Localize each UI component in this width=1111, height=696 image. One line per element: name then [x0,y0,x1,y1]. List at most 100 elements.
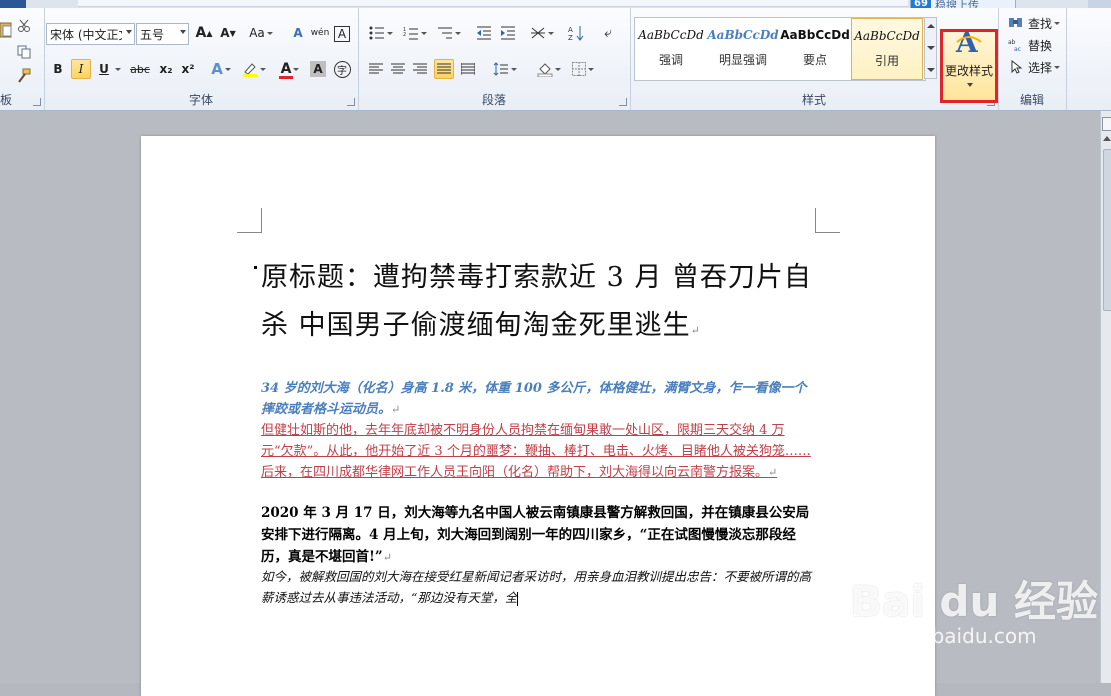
style-intense-emphasis-name: 明显强调 [718,53,767,67]
italic-button[interactable]: I [71,59,91,79]
p3-return-mark: ↵ [382,551,392,564]
format-painter-icon[interactable] [14,66,34,86]
select-cursor-icon [1011,60,1023,74]
style-strong-name: 要点 [802,53,827,67]
paragraph-red-underlined: 但健壮如斯的他，去年年底却被不明身份人员拘禁在缅甸果敢一处山区，限期三天交纳 4… [261,420,817,483]
style-quote[interactable]: AaBbCcDd 引用 [851,18,923,80]
paragraph-group-label: 段落 [481,93,506,107]
gallery-up-icon[interactable] [927,24,935,28]
paragraph-1-text: 34 岁的刘大海（化名）身高 1.8 米，体重 100 多公斤，体格健壮，满臂文… [261,381,807,417]
change-styles-icon: A [955,28,982,56]
numbering-button[interactable]: 12 [400,23,430,43]
font-name-value: 宋体 (中文正文) [50,27,122,42]
select-label: 选择 [1028,60,1053,75]
select-button[interactable]: 选择 [1008,57,1061,77]
enclose-char-button[interactable]: 字 [332,59,352,79]
gallery-more-icon[interactable] [927,68,935,72]
svg-text:ac: ac [1014,46,1021,52]
font-color-button[interactable]: A [276,59,304,79]
replace-button[interactable]: ab ac 替换 [1008,35,1052,55]
italic-label: I [78,62,84,76]
find-label: 查找 [1028,16,1053,31]
font-group: 宋体 (中文正文) 五号 A▲ A▼ Aa A wén A B I U abc … [44,8,359,110]
ribbon-tabs[interactable] [78,0,908,7]
char-border-button[interactable]: A [334,26,350,42]
window-control[interactable] [1088,0,1111,8]
underline-label: U [99,62,109,76]
char-shading-button[interactable]: A [310,61,326,77]
line-spacing-button[interactable] [490,59,520,79]
replace-label: 替换 [1028,38,1053,53]
bullets-button[interactable] [366,23,396,43]
align-left-button[interactable] [366,59,386,79]
clipboard-launcher-icon[interactable] [33,98,41,106]
change-styles-label: 更改样式 [944,64,993,78]
increase-indent-button[interactable] [498,23,518,43]
shrink-font-button[interactable]: A ▼ [218,23,238,43]
text-effects-button[interactable]: A [208,59,234,79]
style-intense-emphasis-preview: AaBbCcDd [707,28,779,42]
multilevel-list-button[interactable] [434,23,464,43]
document-page[interactable]: 原标题：遭拘禁毒打索款近 3 月 曾吞刀片自杀 中国男子偷渡缅甸淘金死里逃生↵ … [141,136,935,696]
borders-button[interactable] [568,59,598,79]
watermark-main: Bai du 经验 [850,577,1098,626]
justify-button[interactable] [434,59,454,79]
change-case-button[interactable]: Aa [248,23,274,43]
file-tab[interactable] [0,0,26,8]
clear-format-letter: A [293,26,303,40]
strikethrough-button[interactable]: abc [128,59,152,79]
change-styles-button[interactable]: A 更改样式 [940,28,998,103]
style-emphasis-name: 强调 [658,53,683,67]
font-size-select[interactable]: 五号 [136,23,189,45]
font-launcher-icon[interactable] [347,98,355,106]
char-border-letter: A [337,27,347,41]
underline-dropdown-icon[interactable] [112,59,122,79]
scroll-thumb[interactable] [1103,149,1111,311]
paragraph-launcher-icon[interactable] [619,98,627,106]
distributed-button[interactable] [458,59,478,79]
cut-icon[interactable] [14,16,34,36]
find-icon [1009,18,1022,27]
subscript-button[interactable]: x₂ [156,59,176,79]
char-shading-letter: A [313,62,323,76]
title-return-mark: ↵ [690,324,701,337]
ruler-toggle-icon[interactable] [1102,117,1111,131]
phonetic-guide-button[interactable]: wén [310,23,330,43]
underline-button[interactable]: U [94,59,114,79]
paragraph-intense-emphasis: 34 岁的刘大海（化名）身高 1.8 米，体重 100 多公斤，体格健壮，满臂文… [261,378,817,420]
align-center-button[interactable] [388,59,408,79]
paragraph-group: 12 AZ ⤶ 段落 [358,8,631,110]
style-quote-name: 引用 [874,54,899,68]
sort-button[interactable]: AZ [566,23,586,43]
bold-button[interactable]: B [48,59,68,79]
margin-corner-left [237,208,262,233]
font-color-letter: A [280,61,292,77]
decrease-indent-button[interactable] [474,23,494,43]
subscript-label: x₂ [159,62,173,76]
svg-text:ab: ab [1008,39,1016,46]
copy-icon[interactable] [14,42,34,62]
font-name-select[interactable]: 宋体 (中文正文) [46,23,135,45]
svg-text:2: 2 [403,32,406,38]
style-strong[interactable]: AaBbCcDd 要点 [779,18,851,80]
ribbon: 板 宋体 (中文正文) 五号 A▲ A▼ Aa A wén A B I U ab… [0,8,1111,111]
highlight-button[interactable] [240,59,268,79]
style-intense-emphasis[interactable]: AaBbCcDd 明显强调 [707,18,779,80]
svg-text:Z: Z [568,34,573,41]
grow-font-letter: A [195,25,207,41]
change-case-label: Aa [249,26,265,40]
gallery-down-icon[interactable] [927,46,935,50]
shading-button[interactable] [534,59,564,79]
document-title-text: 原标题：遭拘禁毒打索款近 3 月 曾吞刀片自杀 中国男子偷渡缅甸淘金死里逃生 [261,262,812,341]
show-marks-icon[interactable]: ⤶ [598,23,618,43]
style-gallery: AaBbCcDd 强调 AaBbCcDd 明显强调 AaBbCcDd 要点 Aa… [634,17,926,81]
scroll-up-icon[interactable] [1103,136,1111,141]
gallery-scroll[interactable] [924,17,937,79]
find-button[interactable]: 查找 [1008,13,1061,33]
clear-format-button[interactable]: A [288,23,308,43]
chinese-layout-button[interactable] [528,23,556,43]
align-right-button[interactable] [410,59,430,79]
grow-font-button[interactable]: A ▲ [194,23,214,43]
superscript-button[interactable]: x² [178,59,198,79]
style-emphasis[interactable]: AaBbCcDd 强调 [635,18,707,80]
